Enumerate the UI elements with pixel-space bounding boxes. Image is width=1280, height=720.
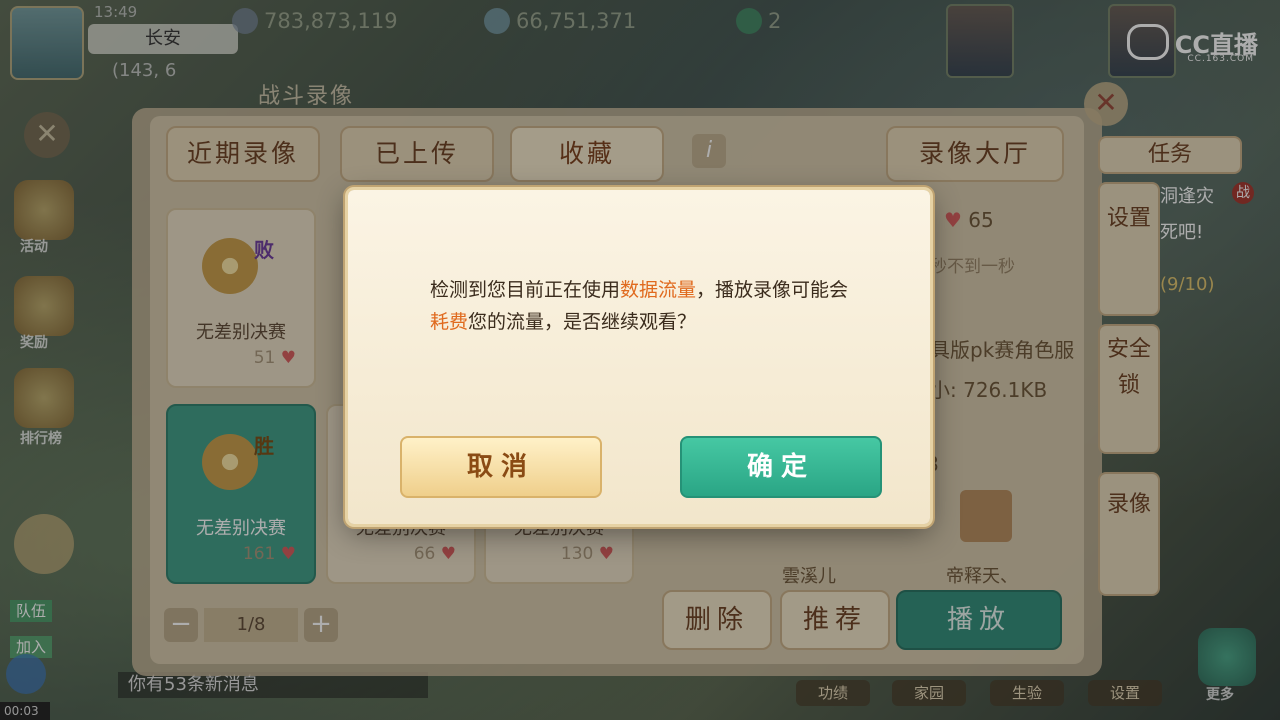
- dialog-text-2: ，播放录像可能会: [696, 279, 849, 301]
- dialog-highlight-cost: 耗费: [430, 311, 469, 333]
- dialog-message: 检测到您目前正在使用数据流量，播放录像可能会耗费您的流量，是否继续观看？: [430, 274, 860, 338]
- dialog-text-1: 检测到您目前正在使用: [430, 279, 621, 301]
- dialog-highlight-data: 数据流量: [620, 279, 697, 301]
- dialog-text-3: 您的流量，是否继续观看？: [468, 311, 697, 333]
- data-usage-dialog: 检测到您目前正在使用数据流量，播放录像可能会耗费您的流量，是否继续观看？ 取消 …: [348, 190, 930, 524]
- confirm-button[interactable]: 确定: [680, 436, 882, 498]
- cancel-button[interactable]: 取消: [400, 436, 602, 498]
